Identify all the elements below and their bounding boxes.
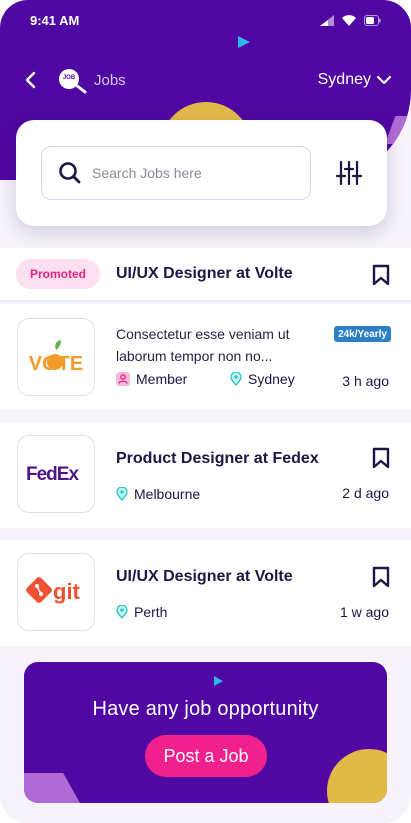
city-selector[interactable]: Sydney: [318, 71, 391, 89]
job-location: Perth: [116, 604, 167, 620]
search-box[interactable]: [41, 146, 311, 200]
job-location-label: Perth: [134, 604, 168, 620]
decor-shape: [385, 116, 411, 144]
search-card: [16, 120, 387, 226]
company-logo: git: [17, 553, 95, 631]
posted-time: 2 d ago: [342, 485, 389, 501]
job-description: Consectetur esse veniam ut laborum tempo…: [116, 326, 290, 364]
bookmark-icon[interactable]: [371, 447, 391, 469]
job-type: Member: [116, 371, 187, 387]
fedex-logo-icon: FedEx: [26, 464, 80, 485]
status-bar: 9:41 AM: [30, 12, 381, 28]
city-label: Sydney: [317, 71, 371, 88]
decor-triangle: [214, 676, 223, 686]
git-logo-icon: git: [26, 577, 81, 604]
battery-icon: [364, 14, 381, 26]
post-job-button[interactable]: Post a Job: [145, 735, 267, 777]
job-title: Product Designer at Fedex: [116, 450, 319, 467]
status-icons: [320, 14, 381, 26]
back-button[interactable]: [18, 66, 42, 94]
promoted-badge: Promoted: [16, 259, 100, 289]
job-location: Sydney: [230, 371, 295, 387]
company-logo-text: VOTE: [29, 353, 83, 374]
promoted-job-title: UI/UX Designer at Volte: [116, 265, 293, 282]
company-logo: FedEx: [17, 435, 95, 513]
page-title: Jobs: [94, 71, 126, 89]
wifi-icon: [342, 14, 356, 26]
decor-triangle: [238, 36, 250, 48]
search-input[interactable]: [92, 165, 292, 181]
post-job-banner: Have any job opportunity Post a Job: [24, 662, 387, 803]
job-location: Melbourne: [116, 486, 200, 502]
signal-icon: [320, 14, 334, 26]
decor-shape: [24, 773, 80, 803]
job-location-label: Sydney: [248, 371, 295, 387]
location-pin-icon: [230, 372, 242, 386]
job-search-logo-icon: JOB: [58, 68, 88, 94]
job-card[interactable]: VOTE Consectetur esse veniam ut laborum …: [0, 304, 411, 410]
company-logo-text: git: [53, 579, 81, 604]
svg-text:FedEx: FedEx: [26, 464, 79, 485]
job-type-label: Member: [136, 371, 188, 387]
filter-button[interactable]: [332, 157, 366, 189]
svg-text:git: git: [53, 579, 81, 604]
decor-circle: [327, 749, 387, 803]
app-screen: 9:41 AM JOB Jobs Sydney Search Jobs here…: [0, 0, 411, 823]
back-arrow-icon: [25, 71, 36, 89]
salary-badge: 24k/Yearly: [334, 326, 391, 342]
sliders-icon: [336, 160, 362, 186]
job-location-label: Melbourne: [134, 486, 201, 502]
posted-time: 3 h ago: [342, 373, 389, 389]
job-title: UI/UX Designer at Volte: [116, 568, 293, 585]
top-bar: JOB Jobs Sydney: [18, 66, 391, 94]
person-icon: [116, 372, 130, 386]
company-logo-text: FedEx: [26, 464, 79, 485]
status-time: 9:41 AM: [30, 12, 80, 28]
posted-time: 1 w ago: [339, 604, 389, 620]
job-card[interactable]: git UI/UX Designer at Volte Perth 1 w ag…: [0, 540, 411, 646]
location-pin-icon: [116, 487, 128, 501]
promoted-row[interactable]: Promoted UI/UX Designer at Volte: [0, 248, 411, 302]
vote-logo-icon: VOTE: [29, 340, 83, 374]
job-card[interactable]: FedEx Product Designer at Fedex Melbourn…: [0, 422, 411, 528]
search-icon: [59, 162, 81, 184]
job-logo-text: JOB: [62, 75, 76, 81]
chevron-down-icon: [377, 75, 391, 84]
location-pin-icon: [116, 605, 128, 619]
bookmark-icon[interactable]: [371, 264, 391, 286]
company-logo: VOTE: [17, 318, 95, 396]
bookmark-icon[interactable]: [371, 566, 391, 588]
banner-text: Have any job opportunity: [92, 698, 319, 720]
